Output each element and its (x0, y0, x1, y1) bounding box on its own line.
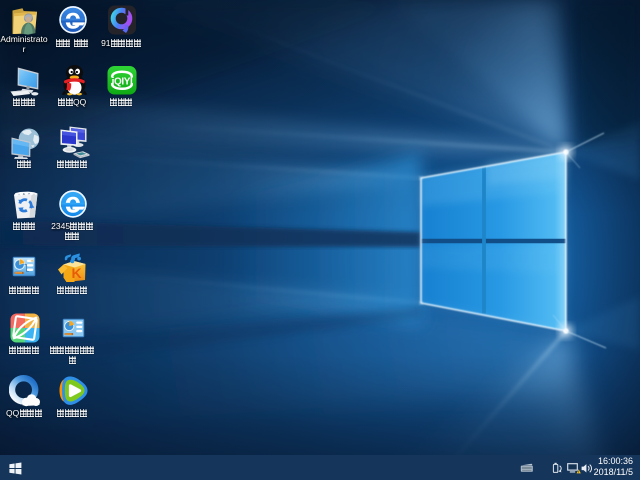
svg-text:iQIYI: iQIYI (112, 76, 133, 87)
svg-text:K: K (71, 265, 81, 281)
